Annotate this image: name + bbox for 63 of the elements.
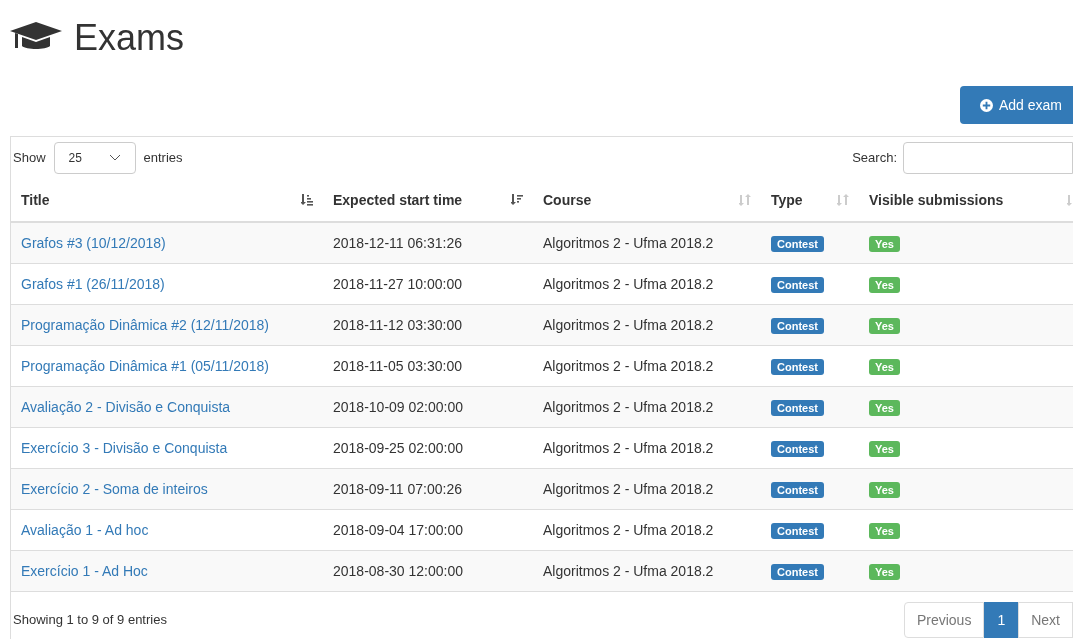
show-label: Show (13, 149, 46, 168)
table-cell: 2018-08-30 12:00:00 (333, 562, 463, 579)
table-cell: 2018-09-04 17:00:00 (333, 521, 463, 538)
table-cell: 2018-12-11 06:31:26 (333, 234, 462, 251)
type-label: Contest (771, 276, 824, 293)
pagination-button[interactable]: Previous (903, 602, 985, 638)
table-cell: Algoritmos 2 - Ufma 2018.2 (543, 275, 714, 292)
visibility-label: Yes (869, 317, 900, 334)
type-label: Contest (771, 440, 824, 457)
column-header[interactable]: Expected start time (323, 179, 533, 221)
exam-link[interactable]: Grafos #1 (26/11/2018) (21, 275, 165, 292)
table-cell: Algoritmos 2 - Ufma 2018.2 (543, 234, 714, 251)
table-cell: 2018-11-27 10:00:00 (333, 275, 462, 292)
visibility-label: Yes (869, 563, 900, 580)
table-cell: Algoritmos 2 - Ufma 2018.2 (543, 521, 714, 538)
exam-link[interactable]: Exercício 3 - Divisão e Conquista (21, 439, 228, 456)
exam-link[interactable]: Exercício 2 - Soma de inteiros (21, 480, 208, 497)
type-label: Contest (771, 358, 824, 375)
table-cell: 2018-10-09 02:00:00 (333, 398, 463, 415)
visibility-label: Yes (869, 276, 900, 293)
type-label: Contest (771, 235, 824, 252)
visibility-label: Yes (869, 235, 900, 252)
table-cell: Algoritmos 2 - Ufma 2018.2 (543, 316, 714, 333)
chevron-down-icon (108, 154, 121, 162)
entries-info: Showing 1 to 9 of 9 entries (12, 611, 167, 630)
exam-link[interactable]: Programação Dinâmica #1 (05/11/2018) (21, 357, 269, 374)
column-header[interactable]: Title (11, 179, 323, 221)
table-cell: Algoritmos 2 - Ufma 2018.2 (543, 357, 714, 374)
table-cell: 2018-11-12 03:30:00 (333, 316, 462, 333)
table-cell: Algoritmos 2 - Ufma 2018.2 (543, 439, 714, 456)
search-field[interactable] (903, 142, 1073, 174)
type-label: Contest (771, 522, 824, 539)
visibility-label: Yes (869, 522, 900, 539)
table-cell: Algoritmos 2 - Ufma 2018.2 (543, 398, 714, 415)
exam-link[interactable]: Grafos #3 (10/12/2018) (21, 234, 166, 251)
table-cell: 2018-09-25 02:00:00 (333, 439, 463, 456)
plus-circle-icon (980, 98, 993, 112)
search-label: Search: (852, 149, 897, 168)
table-cell: Algoritmos 2 - Ufma 2018.2 (543, 562, 714, 579)
table-cell: Algoritmos 2 - Ufma 2018.2 (543, 480, 714, 497)
visibility-label: Yes (869, 481, 900, 498)
exam-link[interactable]: Programação Dinâmica #2 (12/11/2018) (21, 316, 269, 333)
exam-link[interactable]: Avaliação 2 - Divisão e Conquista (21, 398, 231, 415)
visibility-label: Yes (869, 440, 900, 457)
entries-select[interactable]: 25 (53, 142, 136, 174)
page-title: Exams (74, 20, 185, 56)
exam-link[interactable]: Exercício 1 - Ad Hoc (21, 562, 148, 579)
visibility-label: Yes (869, 399, 900, 416)
column-header[interactable]: Visible submissions (859, 179, 1073, 221)
table-cell: 2018-11-05 03:30:00 (333, 357, 462, 374)
table-cell: 2018-09-11 07:00:26 (333, 480, 462, 497)
pagination-button[interactable]: 1 (984, 602, 1019, 638)
visibility-label: Yes (869, 358, 900, 375)
column-header[interactable]: Type (761, 179, 859, 221)
entries-label: entries (143, 149, 183, 168)
type-label: Contest (771, 317, 824, 334)
type-label: Contest (771, 399, 824, 416)
add-exam-button[interactable]: Add exam (960, 86, 1073, 124)
type-label: Contest (771, 481, 824, 498)
exam-link[interactable]: Avaliação 1 - Ad hoc (21, 521, 149, 538)
type-label: Contest (771, 563, 824, 580)
column-header[interactable]: Course (533, 179, 761, 221)
pagination-button[interactable]: Next (1018, 602, 1073, 638)
